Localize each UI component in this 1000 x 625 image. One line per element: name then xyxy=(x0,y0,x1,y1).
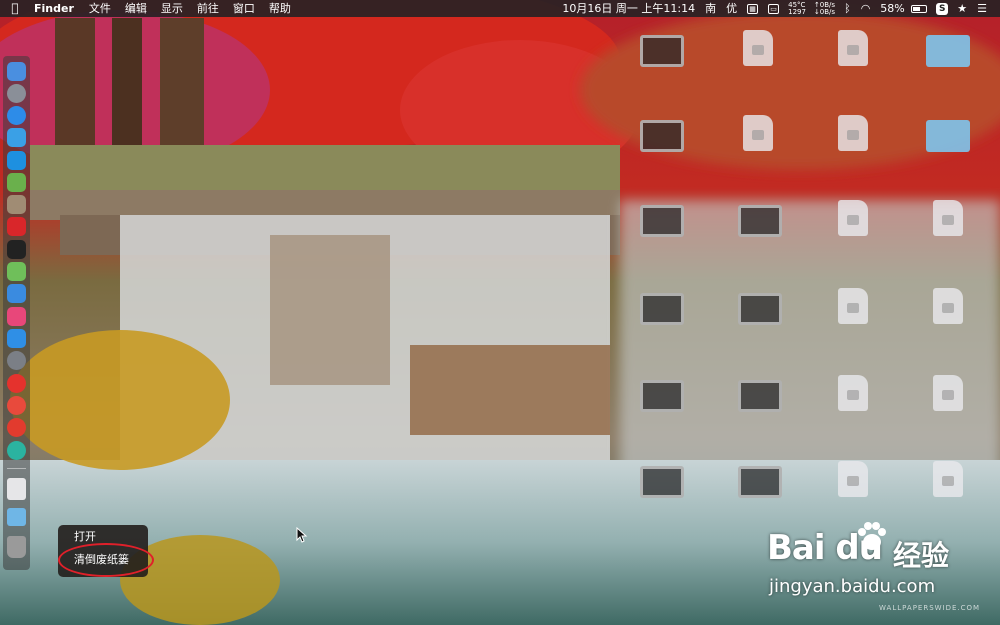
dock-separator xyxy=(7,468,26,469)
desktop-file-screenshot[interactable] xyxy=(640,466,684,498)
menu-help[interactable]: 帮助 xyxy=(262,0,298,17)
photos-icon[interactable] xyxy=(7,195,26,214)
watermark-logo-cn: 经验 xyxy=(893,539,950,572)
siri-icon[interactable] xyxy=(7,284,26,303)
desktop-file-document[interactable] xyxy=(838,200,868,236)
desktop-file-document[interactable] xyxy=(933,288,963,324)
app-teal-icon[interactable] xyxy=(7,441,26,460)
app-red-icon[interactable] xyxy=(7,217,26,236)
document-icon[interactable] xyxy=(7,478,26,500)
desktop-file-document[interactable] xyxy=(933,461,963,497)
desktop-file-document[interactable] xyxy=(743,30,773,66)
menu-go[interactable]: 前往 xyxy=(190,0,226,17)
desktop-file-document[interactable] xyxy=(838,288,868,324)
desktop-file-screenshot[interactable] xyxy=(640,293,684,325)
desktop-file-document[interactable] xyxy=(838,30,868,66)
menu-bar-right: 10月16日 周一 上午11:14 南 优 ▦ ▭ 45°C 1297 ↑0B/… xyxy=(557,0,1000,17)
desktop-file-screenshot[interactable] xyxy=(738,205,782,237)
wallpaper-credit: WALLPAPERSWIDE.COM xyxy=(879,604,981,612)
clock[interactable]: 10月16日 周一 上午11:14 xyxy=(557,0,700,17)
downloads-folder-icon[interactable] xyxy=(7,508,26,526)
desktop-file-document[interactable] xyxy=(838,375,868,411)
itunes-icon[interactable] xyxy=(7,307,26,326)
app-store-icon[interactable] xyxy=(7,329,26,348)
desktop-file-document[interactable] xyxy=(838,115,868,151)
battery-fill xyxy=(913,7,921,11)
launchpad-icon[interactable] xyxy=(7,84,26,103)
app-menu-finder[interactable]: Finder xyxy=(30,0,82,17)
battery-icon xyxy=(911,5,928,13)
desktop-file-screenshot[interactable] xyxy=(640,205,684,237)
preview-icon[interactable] xyxy=(7,128,26,147)
wifi-icon[interactable]: ◠ xyxy=(856,0,876,17)
notification-center-icon[interactable]: ☰ xyxy=(972,0,992,17)
display-icon[interactable]: ▭ xyxy=(768,3,780,14)
star-icon[interactable]: ★ xyxy=(952,0,972,17)
yandex-browser-icon[interactable] xyxy=(7,374,26,393)
chrome-icon[interactable] xyxy=(7,396,26,415)
trash-context-menu: 打开 清倒废纸篓 xyxy=(58,525,148,577)
network-monitor[interactable]: ↑0B/s ↓0B/s xyxy=(810,1,839,16)
menu-bar:  Finder 文件 编辑 显示 前往 窗口 帮助 10月16日 周一 上午1… xyxy=(0,0,1000,17)
baidu-watermark: Bai du 经验 jingyan.baidu.com WALLPAPERSWI… xyxy=(767,518,997,620)
temperature-monitor[interactable]: 45°C 1297 xyxy=(784,1,810,16)
safari-icon[interactable] xyxy=(7,106,26,125)
input-method-you[interactable]: 优 xyxy=(721,0,742,17)
apple-menu-icon[interactable]:  xyxy=(0,0,30,17)
net-down-value: ↓0B/s xyxy=(813,7,836,16)
battery-status[interactable]: 58% xyxy=(875,0,932,17)
desktop-file-document[interactable] xyxy=(933,200,963,236)
maps-icon[interactable] xyxy=(7,262,26,281)
android-icon[interactable] xyxy=(7,173,26,192)
finder-icon[interactable] xyxy=(7,62,26,81)
bluetooth-icon[interactable]: ᛒ xyxy=(839,0,856,17)
dock xyxy=(3,56,30,570)
desktop-folder[interactable] xyxy=(926,35,970,67)
desktop-file-screenshot[interactable] xyxy=(738,293,782,325)
menu-edit[interactable]: 编辑 xyxy=(118,0,154,17)
desktop-folder[interactable] xyxy=(926,120,970,152)
fan-speed-value: 1297 xyxy=(788,7,806,16)
desktop-file-document[interactable] xyxy=(933,375,963,411)
menu-item-open[interactable]: 打开 xyxy=(74,528,96,546)
trash-icon[interactable] xyxy=(7,536,26,558)
desktop-file-document[interactable] xyxy=(838,461,868,497)
system-preferences-icon[interactable] xyxy=(7,351,26,370)
menu-file[interactable]: 文件 xyxy=(82,0,118,17)
desktop-file-screenshot[interactable] xyxy=(738,466,782,498)
mouse-cursor-icon xyxy=(296,527,308,543)
menu-view[interactable]: 显示 xyxy=(154,0,190,17)
desktop-file-screenshot[interactable] xyxy=(640,35,684,67)
desktop-file-screenshot[interactable] xyxy=(738,380,782,412)
teamviewer-icon[interactable] xyxy=(7,151,26,170)
baidu-paw-icon xyxy=(858,522,886,550)
watermark-url: jingyan.baidu.com xyxy=(769,576,936,597)
battery-percent: 58% xyxy=(880,2,905,15)
desktop-file-screenshot[interactable] xyxy=(640,380,684,412)
desktop-file-document[interactable] xyxy=(743,115,773,151)
terminal-icon[interactable] xyxy=(7,240,26,259)
menu-window[interactable]: 窗口 xyxy=(226,0,262,17)
menu-bar-left:  Finder 文件 编辑 显示 前往 窗口 帮助 xyxy=(0,0,298,17)
window-grid-icon[interactable]: ▦ xyxy=(747,3,759,14)
app-s-icon[interactable]: S xyxy=(936,2,949,15)
weibo-icon[interactable] xyxy=(7,418,26,437)
desktop-file-screenshot[interactable] xyxy=(640,120,684,152)
menu-item-empty-trash[interactable]: 清倒废纸篓 xyxy=(74,551,129,569)
input-method-south[interactable]: 南 xyxy=(700,0,721,17)
